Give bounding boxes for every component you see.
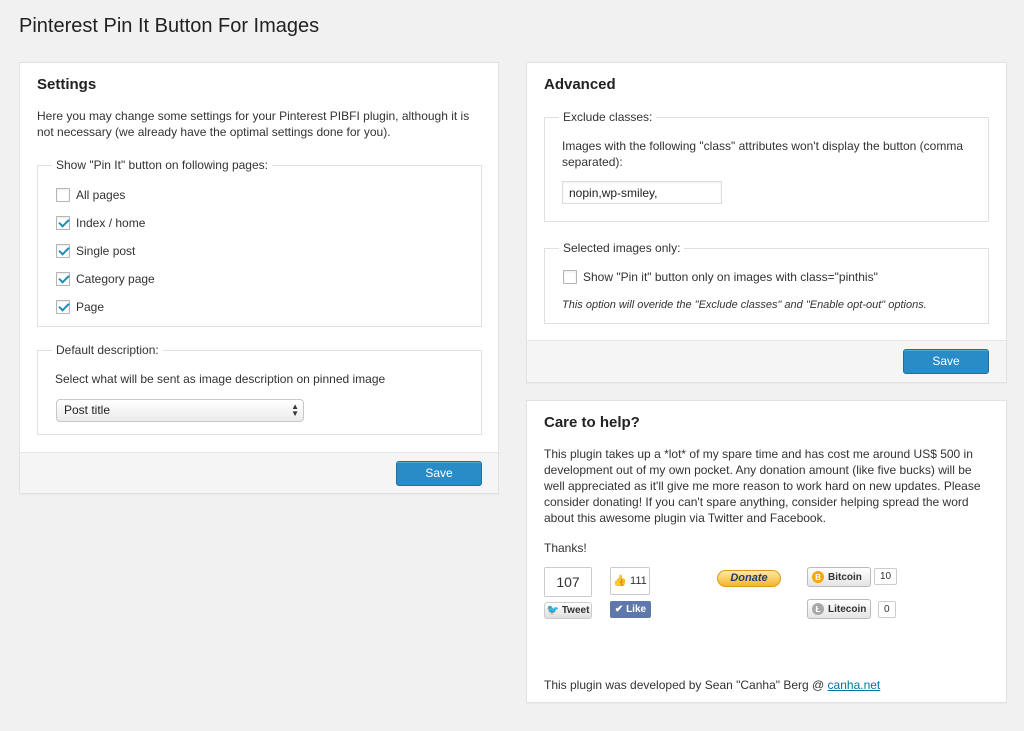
show-on-fieldset: Show "Pin It" button on following pages:… [37,158,482,327]
litecoin-icon: Ł [812,603,824,615]
help-footer: This plugin was developed by Sean "Canha… [544,677,880,693]
tweet-button[interactable]: 🐦 Tweet [544,602,592,619]
checkbox-pinthis-only[interactable] [563,270,577,284]
check-icon: ✔ [614,604,624,615]
exclude-fieldset: Exclude classes: Images with the followi… [544,110,989,222]
checkbox-all-pages[interactable] [56,188,70,202]
page-title: Pinterest Pin It Button For Images [19,15,320,37]
advanced-title: Advanced [544,76,616,93]
like-count: 111 [630,575,647,587]
description-selected: Post title [64,403,111,417]
bitcoin-button[interactable]: B Bitcoin [807,567,871,587]
checkbox-page[interactable] [56,300,70,314]
litecoin-count: 0 [878,601,896,618]
option-page[interactable]: Page [56,299,104,315]
description-select[interactable]: Post title ▲ ▼ [56,399,304,422]
settings-footer: Save [20,452,498,493]
option-single-post[interactable]: Single post [56,243,135,259]
help-thanks: Thanks! [544,541,587,555]
advanced-save-button[interactable]: Save [903,349,989,374]
option-label: Index / home [76,216,146,230]
selected-only-fieldset: Selected images only: Show "Pin it" butt… [544,241,989,324]
description-legend: Default description: [52,343,163,357]
option-category-page[interactable]: Category page [56,271,155,287]
bitcoin-label: Bitcoin [828,571,862,583]
help-panel: Care to help? This plugin takes up a *lo… [526,400,1007,703]
option-label: Single post [76,244,136,258]
description-help: Select what will be sent as image descri… [55,372,386,386]
author-link[interactable]: canha.net [828,678,881,692]
advanced-panel: Advanced Exclude classes: Images with th… [526,62,1007,383]
description-fieldset: Default description: Select what will be… [37,343,482,435]
twitter-bird-icon: 🐦 [546,605,560,616]
settings-intro: Here you may change some settings for yo… [37,109,470,139]
option-label: Page [76,300,105,314]
litecoin-button[interactable]: Ł Litecoin [807,599,871,619]
option-label: Show "Pin it" button only on images with… [583,270,878,284]
like-label: Like [626,604,647,615]
like-button[interactable]: ✔ Like [610,601,651,618]
advanced-footer: Save [527,340,1006,382]
show-on-legend: Show "Pin It" button on following pages: [52,158,272,172]
checkbox-index-home[interactable] [56,216,70,230]
checkbox-category-page[interactable] [56,272,70,286]
help-body: This plugin takes up a *lot* of my spare… [544,447,981,525]
checkbox-single-post[interactable] [56,244,70,258]
tweet-count: 107 [544,567,592,597]
settings-title: Settings [37,76,97,93]
selected-only-note: This option will overide the "Exclude cl… [562,299,927,311]
selected-only-legend: Selected images only: [559,241,685,255]
donate-button[interactable]: Donate [717,570,781,587]
exclude-classes-input[interactable] [562,181,722,204]
option-all-pages[interactable]: All pages [56,187,125,203]
exclude-help: Images with the following "class" attrib… [562,139,963,169]
bitcoin-icon: B [812,571,824,583]
thumbs-up-icon: 👍 [613,575,627,587]
footer-credit: This plugin was developed by Sean "Canha… [544,678,828,692]
option-label: Category page [76,272,155,286]
tweet-label: Tweet [561,605,590,616]
option-label: All pages [76,188,126,202]
exclude-legend: Exclude classes: [559,110,657,124]
litecoin-label: Litecoin [828,603,867,615]
option-pinthis-only[interactable]: Show "Pin it" button only on images with… [563,269,878,285]
settings-save-button[interactable]: Save [396,461,482,486]
option-index-home[interactable]: Index / home [56,215,145,231]
help-title: Care to help? [544,414,640,431]
select-arrows-icon: ▲ ▼ [291,402,299,418]
like-count-box: 👍 111 [610,567,650,595]
bitcoin-count: 10 [874,568,898,585]
settings-panel: Settings Here you may change some settin… [19,62,499,494]
